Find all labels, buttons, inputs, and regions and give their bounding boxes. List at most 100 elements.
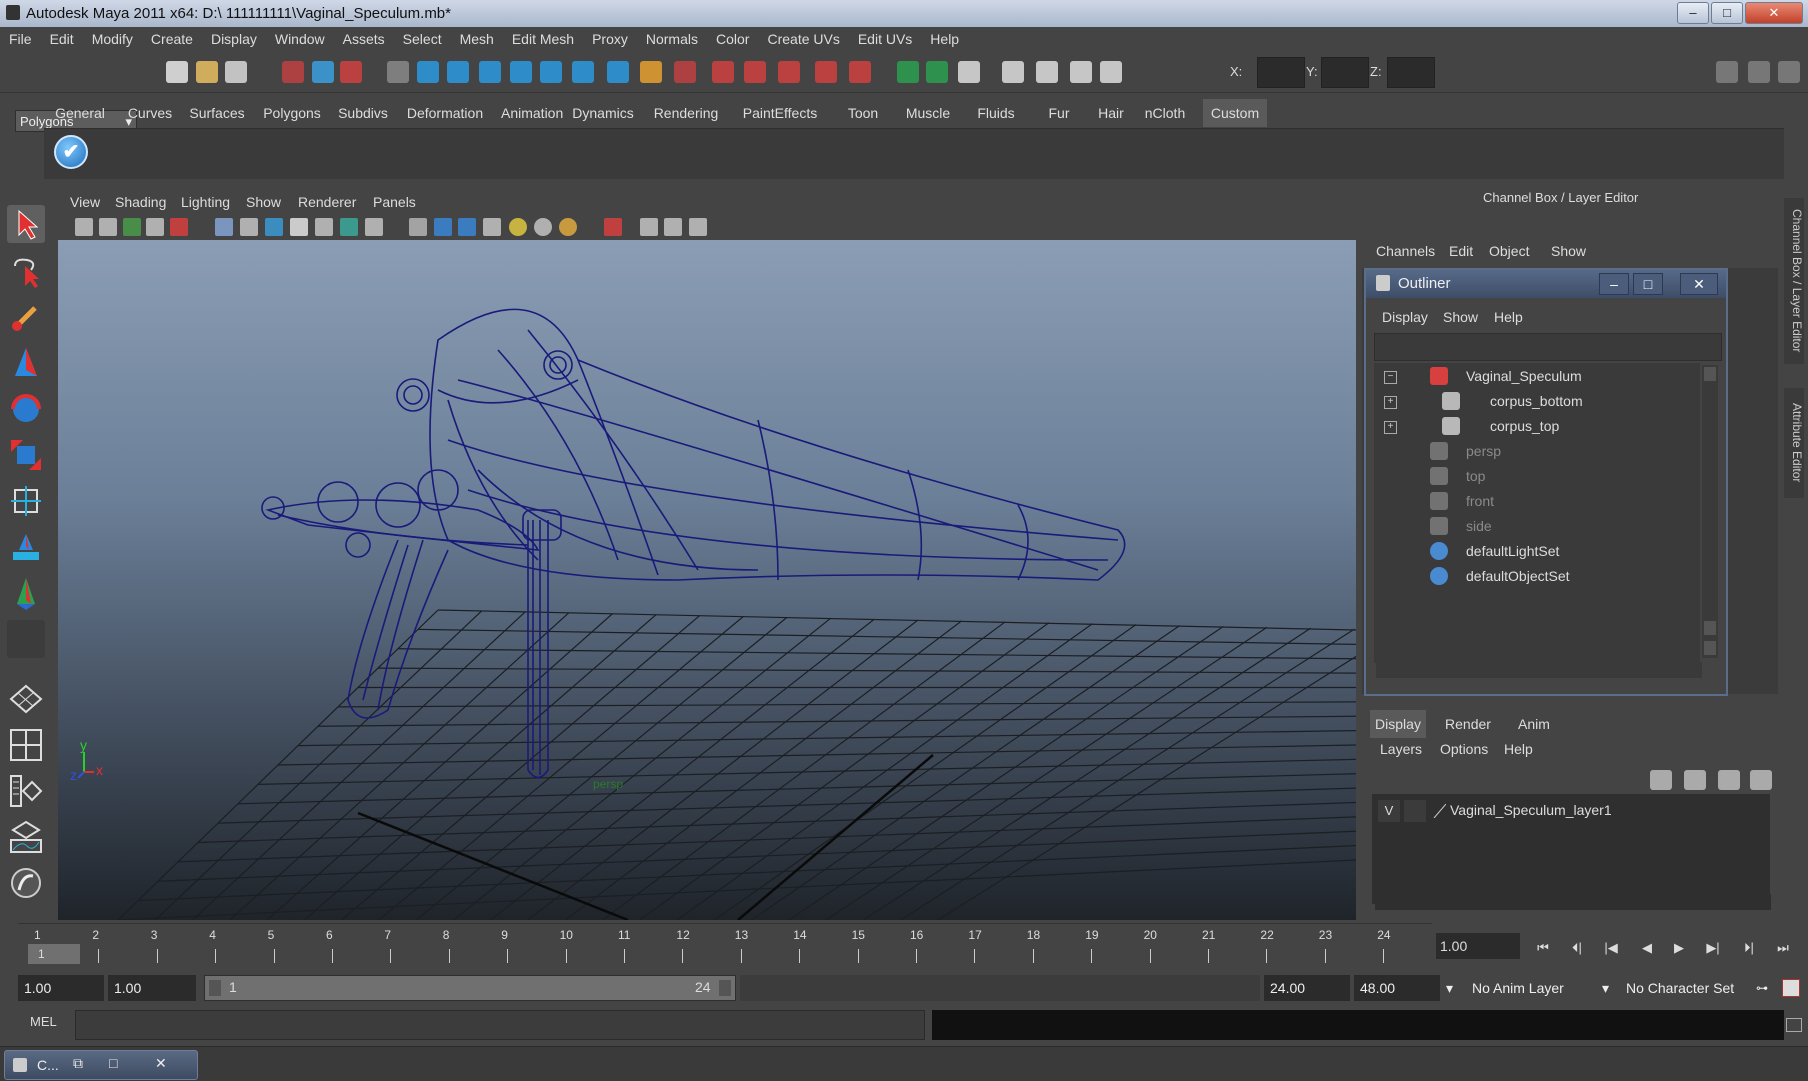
end-time-field[interactable]: 48.00 bbox=[1354, 975, 1440, 1001]
status-tool-icon[interactable] bbox=[897, 61, 919, 83]
character-set-dropdown[interactable]: No Character Set bbox=[1620, 975, 1756, 1001]
go-to-start-icon[interactable]: ⏮ bbox=[1532, 940, 1554, 956]
menu-display[interactable]: Display bbox=[202, 27, 266, 52]
scroll-down-arrow[interactable] bbox=[1704, 641, 1716, 655]
minimized-window[interactable]: C... ⧉ □ ✕ bbox=[4, 1050, 198, 1080]
status-tool-icon[interactable] bbox=[778, 61, 800, 83]
menu-proxy[interactable]: Proxy bbox=[583, 27, 637, 52]
outliner-item[interactable]: top bbox=[1374, 464, 1700, 489]
shelf-tab-rendering[interactable]: Rendering bbox=[644, 99, 728, 127]
outliner-menu-show[interactable]: Show bbox=[1443, 309, 1478, 325]
shelf-tab-deformation[interactable]: Deformation bbox=[395, 99, 495, 127]
time-slider[interactable] bbox=[18, 923, 1432, 968]
rotate-tool-icon[interactable] bbox=[7, 390, 45, 428]
menu-create[interactable]: Create bbox=[142, 27, 202, 52]
minimize-button[interactable]: – bbox=[1677, 2, 1709, 24]
viewport-toolbar-icon[interactable] bbox=[240, 218, 258, 236]
status-tool-icon[interactable] bbox=[926, 61, 948, 83]
viewport-toolbar-icon[interactable] bbox=[99, 218, 117, 236]
menu-edit[interactable]: Edit bbox=[41, 27, 83, 52]
scale-tool-icon[interactable] bbox=[7, 436, 45, 474]
status-tool-icon[interactable] bbox=[674, 61, 696, 83]
outliner-item[interactable]: defaultObjectSet bbox=[1374, 564, 1700, 589]
layer-menu-layers[interactable]: Layers bbox=[1380, 741, 1422, 757]
maximize-button[interactable]: □ bbox=[109, 1055, 117, 1071]
panel-toggle-icon[interactable] bbox=[1716, 61, 1738, 83]
layer-visibility-toggle[interactable]: V bbox=[1378, 800, 1400, 822]
shelf-tab-hair[interactable]: Hair bbox=[1092, 99, 1130, 127]
status-tool-icon[interactable] bbox=[510, 61, 532, 83]
menu-window[interactable]: Window bbox=[266, 27, 334, 52]
close-button[interactable]: ✕ bbox=[1745, 2, 1803, 24]
step-forward-key-icon[interactable]: ⏵| bbox=[1738, 940, 1760, 956]
status-tool-icon[interactable] bbox=[166, 61, 188, 83]
maximize-button[interactable]: □ bbox=[1711, 2, 1743, 24]
viewport-toolbar-icon[interactable] bbox=[315, 218, 333, 236]
panel-menu-lighting[interactable]: Lighting bbox=[181, 190, 230, 214]
viewport-toolbar-icon[interactable] bbox=[215, 218, 233, 236]
layer-row[interactable]: V Vaginal_Speculum_layer1 bbox=[1374, 798, 1768, 826]
shelf-tab-custom[interactable]: Custom bbox=[1203, 99, 1267, 127]
outliner-item[interactable]: side bbox=[1374, 514, 1700, 539]
scroll-up-arrow[interactable] bbox=[1704, 621, 1716, 635]
shelf-tab-polygons[interactable]: Polygons bbox=[254, 99, 330, 127]
universal-manipulator-icon[interactable] bbox=[7, 482, 45, 520]
z-input[interactable] bbox=[1387, 57, 1435, 88]
viewport-toolbar-icon[interactable] bbox=[534, 218, 552, 236]
shelf-tab-animation[interactable]: Animation bbox=[501, 99, 563, 127]
layer-tab-display[interactable]: Display bbox=[1370, 710, 1426, 738]
outliner-menu-display[interactable]: Display bbox=[1382, 309, 1428, 325]
side-tab-channel-box[interactable]: Channel Box / Layer Editor bbox=[1784, 198, 1804, 364]
single-perspective-layout-icon[interactable] bbox=[7, 680, 45, 718]
viewport-toolbar-icon[interactable] bbox=[604, 218, 622, 236]
outliner-item[interactable]: persp bbox=[1374, 439, 1700, 464]
key-icon[interactable]: ⊶ bbox=[1756, 975, 1778, 1001]
expand-toggle[interactable]: + bbox=[1384, 396, 1397, 409]
outliner-item[interactable]: − Vaginal_Speculum bbox=[1374, 364, 1700, 389]
panel-menu-view[interactable]: View bbox=[70, 190, 100, 214]
step-back-frame-icon[interactable]: |◀ bbox=[1600, 940, 1622, 956]
viewport-3d[interactable]: persp y x z bbox=[58, 240, 1356, 920]
outliner-close-button[interactable]: ✕ bbox=[1680, 273, 1718, 295]
expand-toggle[interactable]: − bbox=[1384, 371, 1397, 384]
status-tool-icon[interactable] bbox=[1002, 61, 1024, 83]
show-manipulator-icon[interactable] bbox=[7, 574, 45, 612]
chevron-down-icon[interactable]: ▾ bbox=[1446, 975, 1462, 1001]
shelf-tab-painteffects[interactable]: PaintEffects bbox=[733, 99, 827, 127]
anim-layer-dropdown[interactable]: No Anim Layer bbox=[1466, 975, 1598, 1001]
y-input[interactable] bbox=[1321, 57, 1369, 88]
create-layer-icon[interactable] bbox=[1750, 770, 1772, 790]
playback-start-field[interactable]: 1.00 bbox=[108, 975, 196, 1001]
scroll-up-arrow[interactable] bbox=[1704, 367, 1716, 381]
layer-menu-help[interactable]: Help bbox=[1504, 741, 1533, 757]
viewport-toolbar-icon[interactable] bbox=[409, 218, 427, 236]
status-tool-icon[interactable] bbox=[1100, 61, 1122, 83]
select-tool-icon[interactable] bbox=[7, 205, 45, 243]
layer-tab-anim[interactable]: Anim bbox=[1508, 710, 1560, 738]
panel-menu-show[interactable]: Show bbox=[246, 190, 281, 214]
viewport-toolbar-icon[interactable] bbox=[458, 218, 476, 236]
shelf-tab-fluids[interactable]: Fluids bbox=[964, 99, 1028, 127]
script-editor-icon[interactable] bbox=[1786, 1018, 1802, 1032]
play-forwards-icon[interactable]: ▶ bbox=[1668, 940, 1690, 956]
go-to-end-icon[interactable]: ⏭ bbox=[1772, 940, 1794, 956]
shelf-tab-curves[interactable]: Curves bbox=[121, 99, 179, 127]
outliner-item[interactable]: defaultLightSet bbox=[1374, 539, 1700, 564]
panel-toggle-icon[interactable] bbox=[1778, 61, 1800, 83]
menu-select[interactable]: Select bbox=[394, 27, 451, 52]
menu-file[interactable]: File bbox=[0, 27, 41, 52]
panel-menu-panels[interactable]: Panels bbox=[373, 190, 416, 214]
status-tool-icon[interactable] bbox=[958, 61, 980, 83]
shelf-tab-toon[interactable]: Toon bbox=[834, 99, 892, 127]
create-layer-icon[interactable] bbox=[1718, 770, 1740, 790]
status-tool-icon[interactable] bbox=[282, 61, 304, 83]
shelf-tab-dynamics[interactable]: Dynamics bbox=[567, 99, 639, 127]
outliner-title-bar[interactable]: Outliner bbox=[1366, 270, 1726, 298]
viewport-toolbar-icon[interactable] bbox=[664, 218, 682, 236]
viewport-toolbar-icon[interactable] bbox=[640, 218, 658, 236]
shelf-tab-fur[interactable]: Fur bbox=[1034, 99, 1084, 127]
outliner-horizontal-scrollbar[interactable] bbox=[1376, 662, 1702, 678]
viewport-toolbar-icon[interactable] bbox=[559, 218, 577, 236]
viewport-toolbar-icon[interactable] bbox=[434, 218, 452, 236]
status-tool-icon[interactable] bbox=[815, 61, 837, 83]
